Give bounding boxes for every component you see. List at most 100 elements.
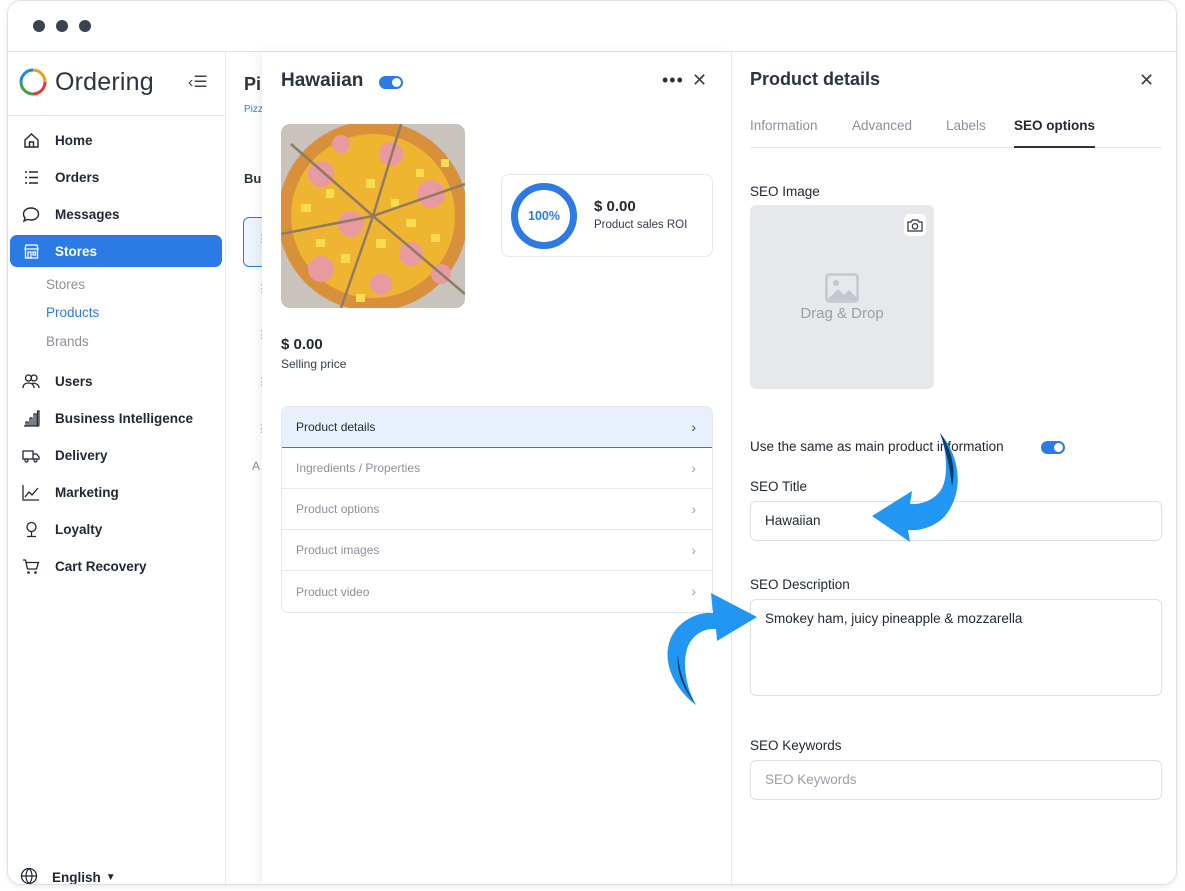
menu-item-label: Product video <box>296 584 370 599</box>
close-icon[interactable]: ✕ <box>692 70 707 91</box>
sidebar-item-label: Home <box>55 132 93 148</box>
tab-labels[interactable]: Labels <box>946 118 986 148</box>
chevron-right-icon: › <box>691 419 696 435</box>
users-icon <box>21 373 41 390</box>
background-breadcrumb[interactable]: Pizz <box>244 104 263 115</box>
sidebar-item-label: Orders <box>55 169 100 185</box>
product-name: Hawaiian <box>281 70 364 91</box>
background-product-list: Pi Pizz Bu ⋮ ⋮ ⋮ ⋮ ⋮ A <box>226 52 273 884</box>
chevron-right-icon: › <box>691 501 696 517</box>
caret-down-icon: ▼ <box>105 872 116 883</box>
roi-percent: 100% <box>528 209 560 223</box>
sidebar-item-delivery[interactable]: Delivery <box>10 439 222 471</box>
tab-seo-options[interactable]: SEO options <box>1014 118 1095 148</box>
logo: Ordering <box>19 67 154 97</box>
same-as-main-toggle[interactable] <box>1041 441 1065 454</box>
window-close-dot[interactable] <box>33 20 45 32</box>
camera-icon[interactable] <box>904 214 926 236</box>
sidebar-item-cart-recovery[interactable]: Cart Recovery <box>10 550 222 582</box>
seo-description-label: SEO Description <box>750 577 850 592</box>
roi-label: Product sales ROI <box>594 219 688 231</box>
menu-item-product-images[interactable]: Product images › <box>282 530 712 571</box>
sidebar-subitem-brands[interactable]: Brands <box>46 334 89 349</box>
sidebar-item-loyalty[interactable]: Loyalty <box>10 513 222 545</box>
ordering-logo-icon <box>19 68 47 96</box>
store-icon <box>21 243 41 260</box>
divider <box>8 115 226 116</box>
more-options-icon[interactable]: ••• <box>662 70 684 91</box>
sidebar-item-business-intelligence[interactable]: Business Intelligence <box>10 402 222 434</box>
sidebar-item-stores[interactable]: Stores <box>10 235 222 267</box>
sidebar-item-users[interactable]: Users <box>10 365 222 397</box>
tab-information[interactable]: Information <box>750 118 818 148</box>
background-title: Pi <box>244 74 262 94</box>
sidebar-item-label: Loyalty <box>55 521 103 537</box>
sidebar-item-label: Marketing <box>55 484 119 500</box>
globe-icon <box>20 867 38 884</box>
chat-icon <box>21 206 41 223</box>
sidebar-item-label: Stores <box>55 243 98 259</box>
roi-progress-ring: 100% <box>511 183 577 249</box>
home-icon <box>21 132 41 149</box>
seo-description-textarea[interactable]: Smokey ham, juicy pineapple & mozzarella <box>750 599 1162 696</box>
sidebar-item-label: Business Intelligence <box>55 410 194 426</box>
roi-value: $ 0.00 <box>594 198 636 215</box>
annotation-arrow-icon <box>872 433 958 542</box>
product-panel: Hawaiian ••• ✕ 100% $ 0.00 Product sales… <box>262 52 732 884</box>
chevron-right-icon: › <box>691 460 696 476</box>
sidebar-item-messages[interactable]: Messages <box>10 198 222 230</box>
menu-item-product-details[interactable]: Product details › <box>282 407 712 448</box>
sidebar-subitem-stores[interactable]: Stores <box>46 277 85 292</box>
roi-card: 100% $ 0.00 Product sales ROI <box>501 174 713 257</box>
background-letter: A <box>252 459 261 473</box>
menu-item-label: Ingredients / Properties <box>296 461 421 475</box>
menu-item-label: Product options <box>296 502 380 516</box>
menu-item-ingredients[interactable]: Ingredients / Properties › <box>282 448 712 489</box>
sidebar-item-orders[interactable]: Orders <box>10 161 222 193</box>
menu-item-product-video[interactable]: Product video › <box>282 571 712 612</box>
close-details-icon[interactable]: ✕ <box>1139 70 1154 91</box>
truck-icon <box>21 447 41 464</box>
product-image <box>281 124 465 308</box>
annotation-arrow-icon <box>667 593 757 705</box>
chevron-right-icon: › <box>691 542 696 558</box>
drag-drop-text: Drag & Drop <box>800 305 884 322</box>
window-maximize-dot[interactable] <box>79 20 91 32</box>
cart-icon <box>21 558 41 575</box>
language-selector[interactable]: English ▼ <box>20 867 116 885</box>
app-window: Ordering ‹☰ Home Orders Messages Stores … <box>7 0 1177 885</box>
image-placeholder-icon <box>825 273 859 308</box>
collapse-sidebar-icon[interactable]: ‹☰ <box>188 72 208 92</box>
sidebar-item-label: Users <box>55 373 93 389</box>
details-title: Product details <box>750 69 881 89</box>
app-name: Ordering <box>55 67 154 96</box>
seo-image-dropzone[interactable]: Drag & Drop <box>750 205 934 389</box>
selling-price-label: Selling price <box>281 357 347 371</box>
seo-image-label: SEO Image <box>750 184 820 199</box>
seo-title-label: SEO Title <box>750 479 808 494</box>
product-enabled-toggle[interactable] <box>379 76 403 89</box>
menu-item-label: Product details <box>296 420 376 434</box>
sidebar-item-marketing[interactable]: Marketing <box>10 476 222 508</box>
background-section: Bu <box>244 171 262 186</box>
award-icon <box>21 521 41 538</box>
seo-keywords-label: SEO Keywords <box>750 738 842 753</box>
seo-keywords-input[interactable]: SEO Keywords <box>750 760 1162 800</box>
bar-chart-icon <box>21 409 41 427</box>
sidebar-item-label: Delivery <box>55 447 108 463</box>
language-label: English <box>52 870 101 885</box>
details-tabs: Information Advanced Labels SEO options <box>750 118 1162 148</box>
graph-icon <box>21 484 41 501</box>
sidebar-subitem-products[interactable]: Products <box>46 305 99 320</box>
sidebar-item-home[interactable]: Home <box>10 124 222 156</box>
sidebar-item-label: Cart Recovery <box>55 558 147 574</box>
selling-price: $ 0.00 <box>281 336 323 353</box>
list-icon <box>21 169 41 186</box>
sidebar: Ordering ‹☰ Home Orders Messages Stores … <box>8 52 226 885</box>
menu-item-label: Product images <box>296 543 380 557</box>
sidebar-item-label: Messages <box>55 206 120 222</box>
window-minimize-dot[interactable] <box>56 20 68 32</box>
menu-item-product-options[interactable]: Product options › <box>282 489 712 530</box>
title-bar <box>8 1 1176 52</box>
tab-advanced[interactable]: Advanced <box>852 118 912 148</box>
